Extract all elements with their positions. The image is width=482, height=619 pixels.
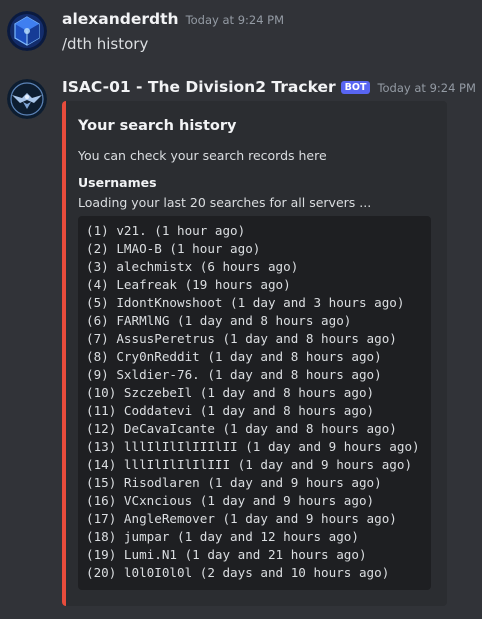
history-entry: (2) LMAO-B (1 hour ago) bbox=[86, 241, 261, 256]
embed-accent-bar bbox=[62, 101, 66, 606]
history-entry: (3) alechmistx (6 hours ago) bbox=[86, 259, 299, 274]
embed-field-value: Loading your last 20 searches for all se… bbox=[78, 195, 372, 210]
embed-description: You can check your search records here bbox=[78, 148, 327, 163]
timestamp: Today at 9:24 PM bbox=[185, 13, 285, 27]
user-avatar-icon[interactable] bbox=[7, 11, 47, 51]
history-entry: (10) SzczebeIl (1 day and 8 hours ago) bbox=[86, 385, 375, 400]
history-entry: (13) lllIlIlIlIIIlII (1 day and 9 hours … bbox=[86, 439, 420, 454]
bot-avatar-icon[interactable] bbox=[7, 79, 47, 119]
history-entry: (8) Cry0nReddit (1 day and 8 hours ago) bbox=[86, 349, 382, 364]
history-entry: (5) IdontKnowshoot (1 day and 3 hours ag… bbox=[86, 295, 405, 310]
bot-badge: BOT bbox=[340, 81, 371, 94]
history-entry: (14) lllIlIlIlIlIII (1 day and 9 hours a… bbox=[86, 457, 413, 472]
embed-field-name: Usernames bbox=[78, 175, 157, 190]
history-entry: (20) l0l0I0l0l (2 days and 10 hours ago) bbox=[86, 565, 390, 580]
bot-username[interactable]: ISAC-01 - The Division2 Tracker bbox=[62, 78, 336, 96]
history-entry: (6) FARMlNG (1 day and 8 hours ago) bbox=[86, 313, 352, 328]
message-user: alexanderdth Today at 9:24 PM /dth histo… bbox=[0, 0, 482, 70]
history-entry: (1) v21. (1 hour ago) bbox=[86, 223, 246, 238]
history-entry: (12) DeCavaIcante (1 day and 8 hours ago… bbox=[86, 421, 397, 436]
message-content: /dth history bbox=[62, 35, 149, 53]
embed-title: Your search history bbox=[78, 118, 237, 134]
history-codeblock: (1) v21. (1 hour ago) (2) LMAO-B (1 hour… bbox=[78, 216, 431, 590]
history-entry: (18) jumpar (1 day and 12 hours ago) bbox=[86, 529, 359, 544]
timestamp: Today at 9:24 PM bbox=[377, 81, 476, 95]
history-entry: (19) Lumi.N1 (1 day and 21 hours ago) bbox=[86, 547, 367, 562]
history-entry: (4) Leafreak (19 hours ago) bbox=[86, 277, 291, 292]
history-entry: (7) AssusPeretrus (1 day and 8 hours ago… bbox=[86, 331, 397, 346]
history-entry: (9) Sxldier-76. (1 day and 8 hours ago) bbox=[86, 367, 382, 382]
history-entry: (16) VCxncious (1 day and 9 hours ago) bbox=[86, 493, 375, 508]
embed-card: Your search history You can check your s… bbox=[62, 101, 447, 606]
history-entry: (15) Risodlaren (1 day and 9 hours ago) bbox=[86, 475, 382, 490]
history-entry: (17) AngleRemover (1 day and 9 hours ago… bbox=[86, 511, 397, 526]
username[interactable]: alexanderdth bbox=[62, 10, 179, 28]
history-entry: (11) Coddatevi (1 day and 8 hours ago) bbox=[86, 403, 375, 418]
